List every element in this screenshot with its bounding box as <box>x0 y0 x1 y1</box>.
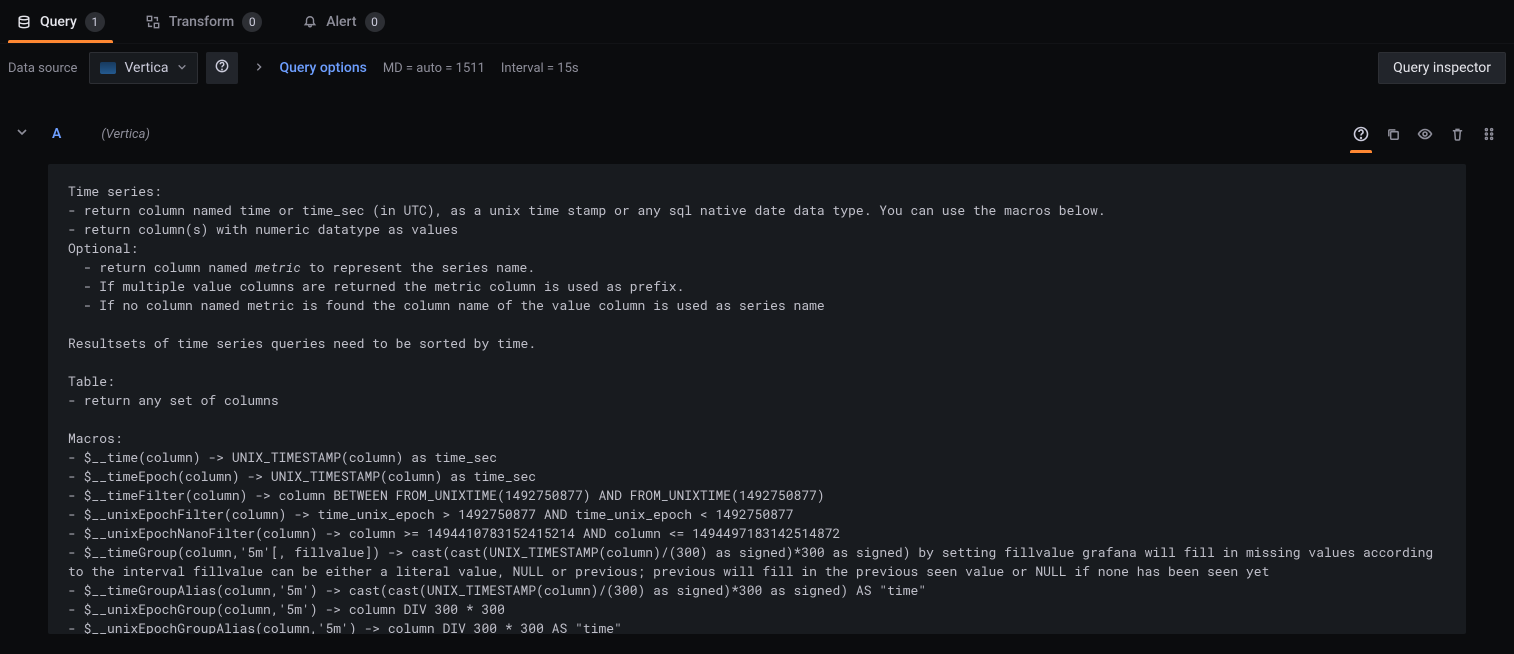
tab-transform-count: 0 <box>242 12 262 32</box>
collapse-query-button[interactable] <box>16 126 28 142</box>
tab-alert-label: Alert <box>326 14 356 30</box>
duplicate-query-button[interactable] <box>1384 125 1402 143</box>
datasource-help-button[interactable] <box>206 52 238 84</box>
query-help-panel: Time series: - return column named time … <box>48 164 1466 634</box>
datasource-name: Vertica <box>124 60 168 76</box>
eye-icon <box>1417 126 1433 142</box>
transform-icon <box>145 14 161 30</box>
query-toolbar: Data source Vertica Query options MD = a… <box>0 44 1514 92</box>
tab-alert[interactable]: Alert 0 <box>294 0 392 43</box>
query-options-interval: Interval = 15s <box>501 61 579 76</box>
query-options-md: MD = auto = 1511 <box>383 61 485 76</box>
chevron-down-icon <box>177 60 187 76</box>
datasource-picker[interactable]: Vertica <box>89 52 197 84</box>
drag-handle[interactable] <box>1480 125 1498 143</box>
tab-transform-label: Transform <box>169 14 234 30</box>
datasource-label: Data source <box>8 61 77 76</box>
query-options[interactable]: Query options MD = auto = 1511 Interval … <box>246 60 587 76</box>
bell-icon <box>302 14 318 30</box>
tab-query[interactable]: Query 1 <box>8 0 113 43</box>
help-circle-icon <box>1353 126 1369 142</box>
query-inspector-label: Query inspector <box>1393 60 1491 76</box>
query-options-label: Query options <box>280 60 367 76</box>
vertica-logo-icon <box>100 62 116 74</box>
tab-query-count: 1 <box>85 12 105 32</box>
chevron-right-icon <box>254 60 264 76</box>
query-ref-id[interactable]: A <box>52 126 61 142</box>
tab-alert-count: 0 <box>365 12 385 32</box>
tab-transform[interactable]: Transform 0 <box>137 0 270 43</box>
help-circle-icon <box>215 59 229 77</box>
database-icon <box>16 14 32 30</box>
grip-icon <box>1482 127 1496 141</box>
toggle-help-button[interactable] <box>1352 125 1370 143</box>
delete-query-button[interactable] <box>1448 125 1466 143</box>
toggle-visibility-button[interactable] <box>1416 125 1434 143</box>
query-row: A (Vertica) Time series: - return column… <box>0 116 1514 634</box>
query-inspector-button[interactable]: Query inspector <box>1378 52 1506 84</box>
trash-icon <box>1450 127 1465 142</box>
query-datasource-indicator: (Vertica) <box>101 127 150 142</box>
query-header: A (Vertica) <box>8 116 1506 152</box>
editor-tabs: Query 1 Transform 0 Alert 0 <box>0 0 1514 44</box>
tab-query-label: Query <box>40 14 77 30</box>
chevron-down-icon <box>16 126 28 138</box>
query-actions <box>1352 125 1498 143</box>
copy-icon <box>1386 127 1401 142</box>
